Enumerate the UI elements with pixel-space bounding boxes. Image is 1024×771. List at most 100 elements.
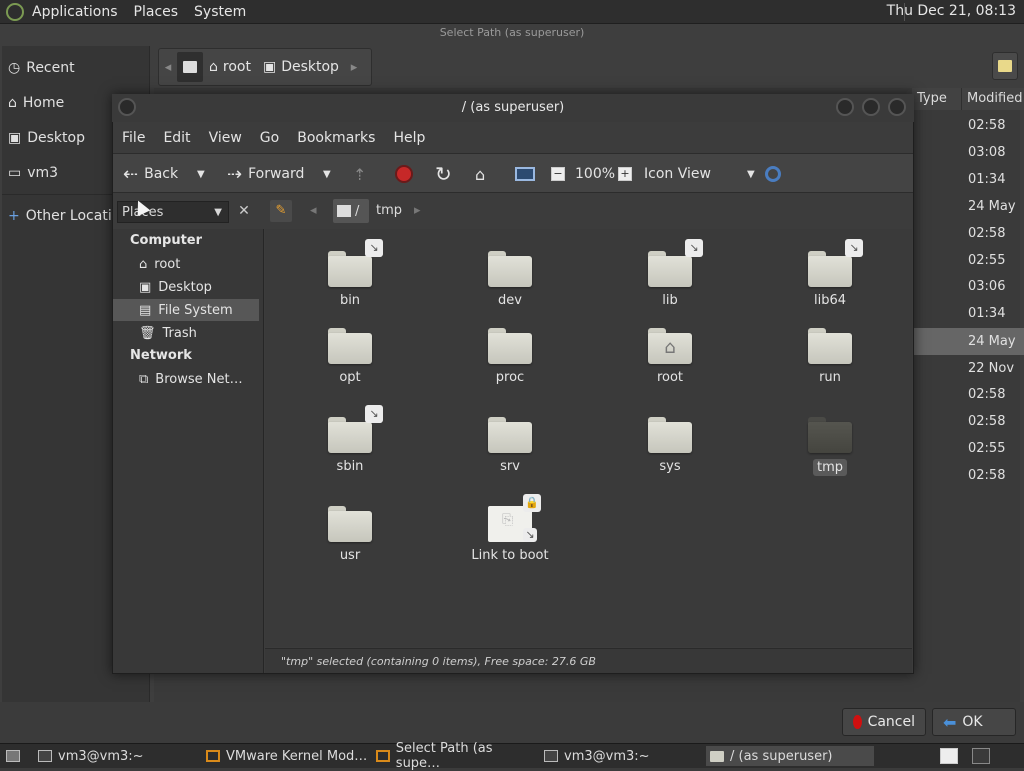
menu-bookmarks[interactable]: Bookmarks: [288, 130, 384, 146]
workspace-empty[interactable]: [968, 746, 1018, 766]
sidebar-item-home[interactable]: ⌂ Home: [8, 95, 64, 111]
new-folder-button[interactable]: [992, 52, 1018, 80]
zoom-level[interactable]: 100%: [575, 154, 615, 194]
stop-button[interactable]: [395, 154, 413, 194]
places-item-browse-network[interactable]: ⧉ Browse Net…: [113, 368, 259, 390]
crumb-filesystem[interactable]: [177, 52, 203, 82]
task-select-path[interactable]: Select Path (as supe…: [372, 741, 538, 771]
modified-cell[interactable]: 02:58: [912, 408, 1024, 435]
modified-cell[interactable]: 03:08: [912, 139, 1024, 166]
home-icon: ⌂: [475, 164, 486, 184]
toggle-location-entry-button[interactable]: ✎: [270, 200, 292, 222]
forward-arrow-icon: ⇢: [227, 163, 243, 185]
file-item-lib[interactable]: lib ↘: [615, 239, 725, 308]
crumb-desktop[interactable]: ▣ Desktop: [257, 52, 345, 82]
close-pane-button[interactable]: ✕: [234, 200, 254, 222]
modified-cell[interactable]: 03:06: [912, 273, 1024, 300]
system-menu[interactable]: System: [186, 4, 254, 20]
reload-button[interactable]: ↻: [435, 154, 452, 194]
workspace-switcher[interactable]: [936, 746, 960, 766]
places-item-trash[interactable]: 🗑 Trash: [113, 322, 259, 344]
zoom-in-button[interactable]: +: [618, 154, 632, 194]
modified-cell[interactable]: 01:34: [912, 166, 1024, 193]
menu-edit[interactable]: Edit: [154, 130, 199, 146]
sidebar-item-vm3[interactable]: ▭ vm3: [8, 165, 58, 181]
file-item-lib64[interactable]: lib64 ↘: [775, 239, 885, 308]
modified-cell[interactable]: 02:55: [912, 247, 1024, 274]
ok-button[interactable]: ⬅ OK: [932, 708, 1016, 736]
menu-file[interactable]: File: [113, 130, 154, 146]
forward-history-dropdown[interactable]: ▼: [323, 154, 331, 194]
modified-cell[interactable]: 02:58: [912, 462, 1024, 489]
file-item-srv[interactable]: srv: [455, 417, 565, 474]
modified-cell[interactable]: 02:58: [912, 220, 1024, 247]
modified-cell[interactable]: 22 Nov: [912, 355, 1024, 382]
up-arrow-icon: ⇡: [353, 164, 367, 184]
symlink-emblem-icon: ↘: [685, 239, 703, 257]
modified-cell[interactable]: 01:34: [912, 300, 1024, 327]
menu-help[interactable]: Help: [384, 130, 434, 146]
show-desktop-button[interactable]: [2, 746, 28, 766]
forward-button[interactable]: ⇢ Forward: [227, 154, 304, 194]
drive-icon: [337, 205, 351, 217]
file-item-sbin[interactable]: sbin ↘: [295, 405, 405, 474]
path-scroll-right[interactable]: ▸: [414, 200, 428, 222]
close-button[interactable]: [888, 98, 906, 116]
file-item-proc[interactable]: proc: [455, 328, 565, 385]
places-item-root[interactable]: ⌂ root: [113, 253, 259, 275]
task-file-manager[interactable]: / (as superuser): [706, 746, 874, 766]
file-item-dev[interactable]: dev: [455, 251, 565, 308]
file-item-link-to-boot[interactable]: ⎘ Link to boot 🔒 ↘: [455, 494, 565, 563]
menu-view[interactable]: View: [200, 130, 251, 146]
places-item-file-system[interactable]: ▤ File System: [113, 299, 259, 321]
zoom-out-button[interactable]: −: [551, 154, 565, 194]
search-button[interactable]: [765, 154, 781, 194]
file-item-sys[interactable]: sys: [615, 417, 725, 474]
places-menu[interactable]: Places: [126, 4, 187, 20]
file-item-tmp[interactable]: tmp: [775, 417, 885, 476]
window-menu-button[interactable]: [118, 98, 136, 116]
crumb-root[interactable]: ⌂ root: [203, 52, 257, 82]
clock[interactable]: Thu Dec 21, 08:13: [887, 3, 1016, 19]
path-scroll-left[interactable]: ◂: [310, 200, 324, 222]
file-item-opt[interactable]: opt: [295, 328, 405, 385]
modified-cell[interactable]: 02:58: [912, 112, 1024, 139]
maximize-button[interactable]: [862, 98, 880, 116]
up-button[interactable]: ⇡: [353, 154, 366, 194]
modified-cell[interactable]: 02:58: [912, 381, 1024, 408]
back-button[interactable]: ⇠ Back: [123, 154, 178, 194]
applications-menu[interactable]: Applications: [24, 4, 126, 20]
modified-cell[interactable]: 24 May: [912, 193, 1024, 220]
file-item-usr[interactable]: usr: [295, 506, 405, 563]
icon-view[interactable]: bin ↘ dev lib ↘ lib64 ↘ opt proc ⌂ root …: [265, 229, 912, 647]
menu-go[interactable]: Go: [251, 130, 288, 146]
column-modified[interactable]: Modified: [962, 88, 1024, 110]
cancel-button[interactable]: Cancel: [842, 708, 926, 736]
computer-button[interactable]: [515, 154, 535, 194]
column-type[interactable]: Type: [912, 88, 962, 110]
toolbar: ⇠ Back ▼ ⇢ Forward ▼ ⇡ ↻ ⌂ − 100% + Icon V…: [113, 153, 913, 193]
distro-logo-icon[interactable]: [6, 2, 24, 21]
modified-cell[interactable]: 02:55: [912, 435, 1024, 462]
file-item-root[interactable]: ⌂ root: [615, 328, 725, 385]
sidebar-item-recent[interactable]: ◷ Recent: [8, 60, 75, 76]
chevron-down-icon: ▼: [746, 168, 755, 180]
path-button-tmp[interactable]: tmp: [372, 199, 408, 223]
file-item-bin[interactable]: bin ↘: [295, 239, 405, 308]
file-item-run[interactable]: run: [775, 328, 885, 385]
path-button-root[interactable]: /: [333, 199, 369, 223]
view-mode-select[interactable]: Icon View ▼: [644, 154, 755, 194]
home-button[interactable]: ⌂: [475, 154, 485, 194]
sidebar-item-desktop[interactable]: ▣ Desktop: [8, 130, 85, 146]
minimize-button[interactable]: [836, 98, 854, 116]
places-item-desktop[interactable]: ▣ Desktop: [113, 276, 259, 298]
edit-icon: ✎: [275, 203, 287, 218]
back-history-dropdown[interactable]: ▼: [197, 154, 205, 194]
task-terminal-2[interactable]: vm3@vm3:~: [540, 746, 704, 766]
chevron-right-icon[interactable]: ▸: [345, 60, 363, 75]
modified-cell[interactable]: 24 May: [912, 328, 1024, 355]
chevron-down-icon: ▼: [214, 206, 222, 218]
task-terminal-1[interactable]: vm3@vm3:~: [34, 746, 194, 766]
task-vmware-kernel[interactable]: VMware Kernel Mod…: [202, 746, 370, 766]
chevron-left-icon[interactable]: ◂: [159, 60, 177, 75]
